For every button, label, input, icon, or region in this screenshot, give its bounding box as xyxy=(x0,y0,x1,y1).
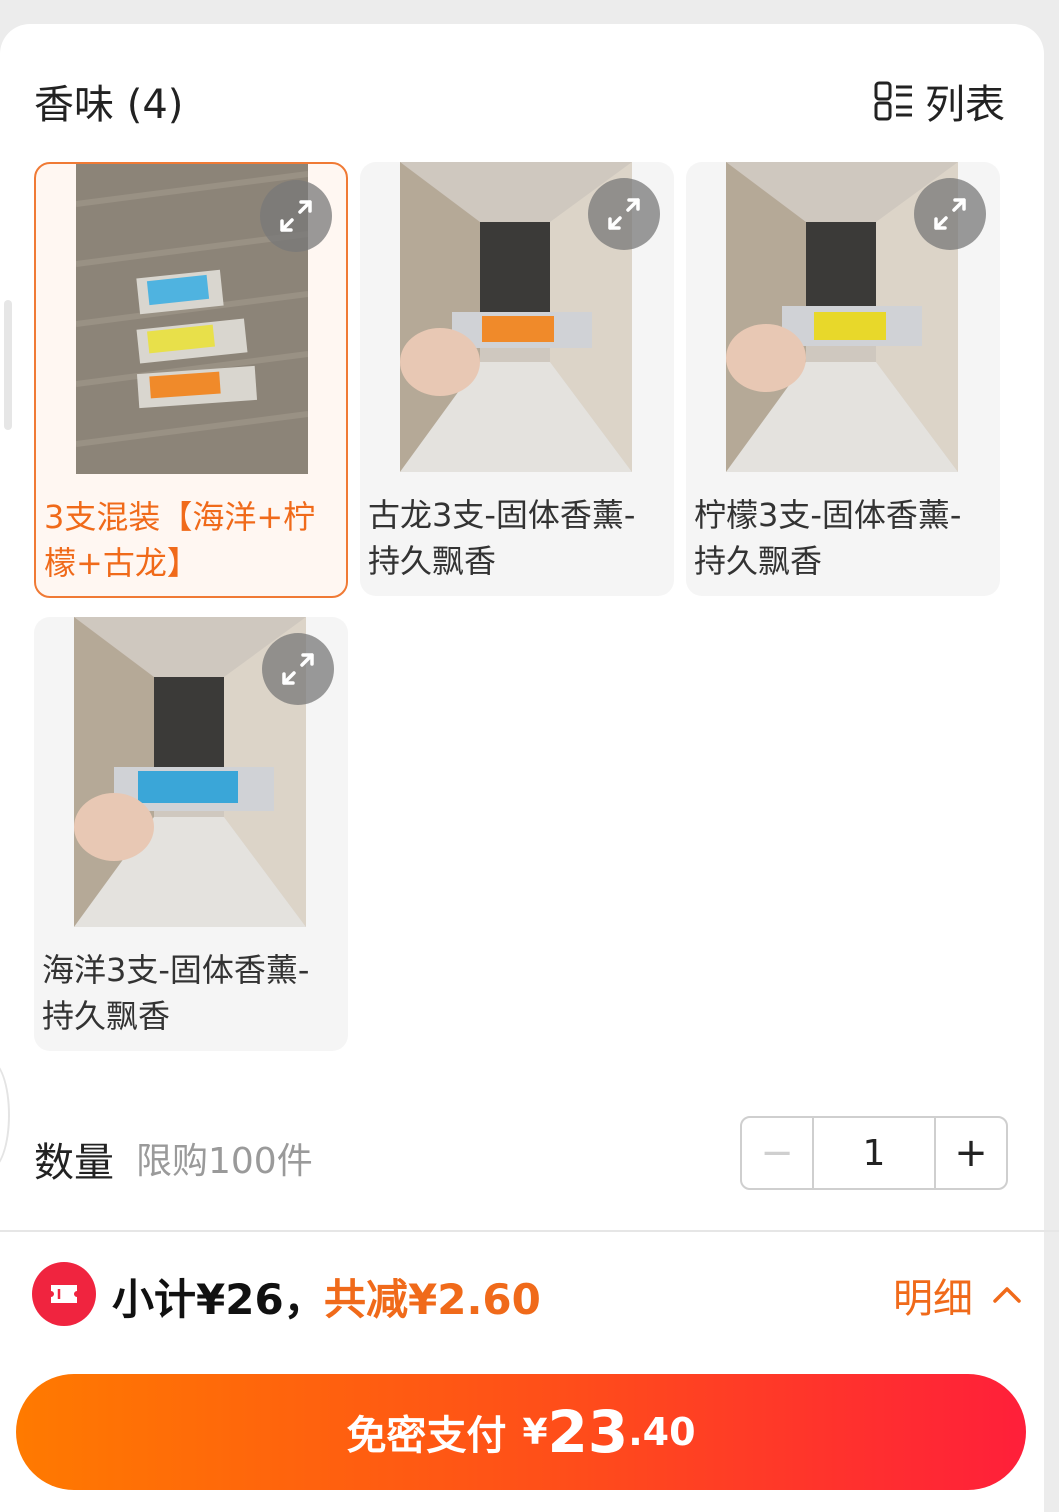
increment-button[interactable]: + xyxy=(936,1118,1006,1188)
option-label: 柠檬3支-固体香薰-持久飘香 xyxy=(694,496,962,580)
list-view-label: 列表 xyxy=(925,82,1005,128)
option-card-lemon[interactable]: 柠檬3支-固体香薰-持久飘香 xyxy=(686,162,1000,596)
quantity-value[interactable]: 1 xyxy=(812,1118,936,1188)
pay-amount-dec: .40 xyxy=(628,1410,696,1454)
detail-toggle[interactable]: 明细 xyxy=(893,1266,1025,1324)
coupon-icon xyxy=(32,1262,96,1326)
divider xyxy=(0,1230,1059,1232)
purchase-limit: 限购100件 xyxy=(136,1141,313,1182)
option-card-mix[interactable]: 3支混装【海洋+柠檬+古龙】 xyxy=(34,162,348,598)
expand-icon[interactable] xyxy=(914,178,986,250)
option-label: 3支混装【海洋+柠檬+古龙】 xyxy=(44,498,316,582)
expand-icon[interactable] xyxy=(260,180,332,252)
expand-icon[interactable] xyxy=(262,633,334,705)
option-label: 海洋3支-固体香薰-持久飘香 xyxy=(42,951,310,1035)
quantity-stepper[interactable]: − 1 + xyxy=(740,1116,1008,1190)
section-title: 香味 (4) xyxy=(34,82,184,128)
detail-label: 明细 xyxy=(893,1276,973,1322)
pay-label: 免密支付 xyxy=(346,1413,507,1459)
list-view-toggle[interactable]: 列表 xyxy=(873,72,1005,130)
expand-icon[interactable] xyxy=(588,178,660,250)
sheet-edge-handle xyxy=(4,300,12,430)
chevron-up-icon xyxy=(993,1287,1021,1303)
list-view-icon xyxy=(874,81,912,121)
discount-text: 共减¥2.60 xyxy=(324,1275,541,1324)
option-card-ocean[interactable]: 海洋3支-固体香薰-持久飘香 xyxy=(34,617,348,1051)
pay-button[interactable]: 免密支付 ¥ 23 .40 xyxy=(16,1374,1026,1490)
option-label: 古龙3支-固体香薰-持久飘香 xyxy=(368,496,636,580)
pay-amount-int: 23 xyxy=(547,1398,629,1466)
quantity-label: 数量 xyxy=(34,1140,114,1186)
decrement-button[interactable]: − xyxy=(742,1118,812,1188)
option-card-cologne[interactable]: 古龙3支-固体香薰-持久飘香 xyxy=(360,162,674,596)
subtotal-text: 小计¥26， xyxy=(112,1275,326,1324)
pay-currency: ¥ xyxy=(522,1411,548,1453)
